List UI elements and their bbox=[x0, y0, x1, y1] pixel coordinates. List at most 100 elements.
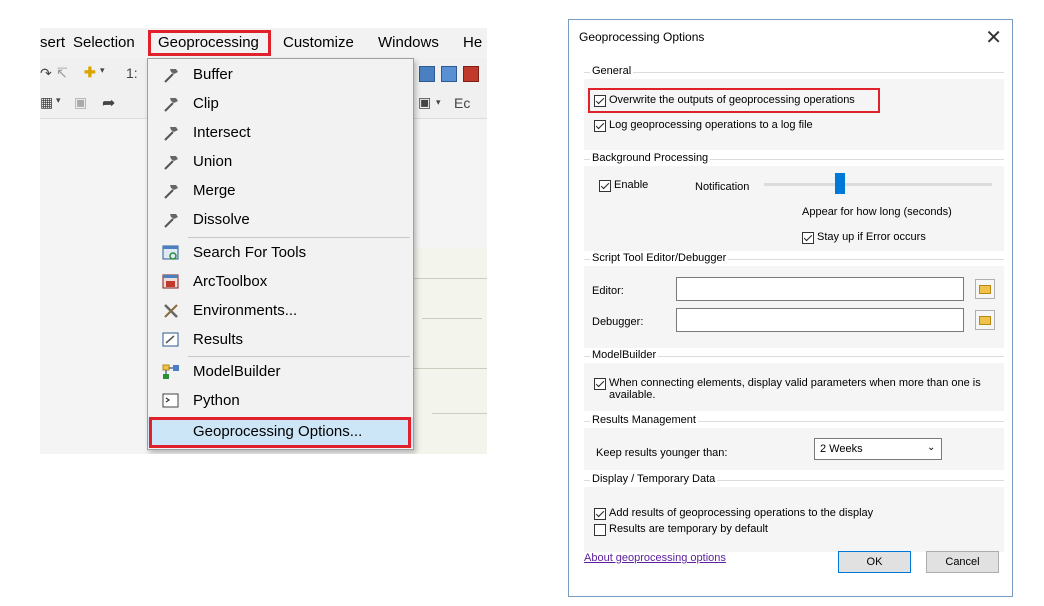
menu-item-buffer[interactable]: Buffer bbox=[148, 61, 413, 90]
slider-caption: Appear for how long (seconds) bbox=[802, 206, 952, 218]
python-console-icon bbox=[162, 393, 179, 408]
debugger-field[interactable] bbox=[676, 308, 964, 332]
scale-field[interactable]: 1: bbox=[126, 65, 138, 81]
arcmap-window-crop: sert Selection Geoprocessing Customize W… bbox=[40, 28, 487, 454]
browse-folder-icon[interactable] bbox=[975, 279, 995, 299]
menu-item-label: ModelBuilder bbox=[193, 363, 281, 380]
menu-item-label: Union bbox=[193, 153, 233, 170]
menu-item-search-for-tools[interactable]: Search For Tools bbox=[148, 239, 413, 268]
hammer-icon bbox=[164, 214, 178, 228]
menu-help[interactable]: He bbox=[463, 34, 482, 51]
geoprocessing-options-highlight-box bbox=[149, 417, 411, 448]
menu-item-label: Search For Tools bbox=[193, 244, 307, 261]
menu-item-label: Intersect bbox=[193, 124, 251, 141]
ok-button[interactable]: OK bbox=[838, 551, 911, 573]
group-caption: Script Tool Editor/Debugger bbox=[590, 252, 729, 264]
about-geoprocessing-link[interactable]: About geoprocessing options bbox=[584, 552, 726, 564]
toolbox-icon bbox=[162, 274, 179, 289]
hammer-icon bbox=[164, 98, 178, 112]
group-general: General Overwrite the outputs of geoproc… bbox=[584, 65, 1004, 150]
menu-item-intersect[interactable]: Intersect bbox=[148, 119, 413, 148]
menu-item-clip[interactable]: Clip bbox=[148, 90, 413, 119]
enable-background-label: Enable bbox=[614, 179, 649, 191]
catalog-icon[interactable] bbox=[419, 66, 435, 82]
group-background-processing: Background Processing Enable Notificatio… bbox=[584, 152, 1004, 251]
notification-slider-track[interactable] bbox=[764, 183, 992, 186]
valid-parameters-checkbox[interactable] bbox=[594, 378, 606, 390]
temporary-results-label: Results are temporary by default bbox=[609, 523, 768, 535]
wrench-screwdriver-icon bbox=[164, 304, 178, 318]
keep-results-select[interactable]: 2 Weeks ⌄ bbox=[814, 438, 942, 460]
menu-separator bbox=[188, 356, 410, 357]
menu-item-label: Merge bbox=[193, 182, 236, 199]
menu-item-arctoolbox[interactable]: ArcToolbox bbox=[148, 268, 413, 297]
browse-folder-icon[interactable] bbox=[975, 310, 995, 330]
menu-separator bbox=[188, 237, 410, 238]
menu-item-merge[interactable]: Merge bbox=[148, 177, 413, 206]
temporary-results-checkbox[interactable] bbox=[594, 524, 606, 536]
log-operations-label: Log geoprocessing operations to a log fi… bbox=[609, 119, 813, 131]
menu-item-python[interactable]: Python bbox=[148, 387, 413, 416]
keep-results-label: Keep results younger than: bbox=[596, 447, 728, 459]
menu-item-label: Dissolve bbox=[193, 211, 250, 228]
menu-item-label: Buffer bbox=[193, 66, 233, 83]
log-operations-checkbox[interactable] bbox=[594, 120, 606, 132]
menu-insert[interactable]: sert bbox=[40, 34, 65, 51]
dialog-titlebar[interactable]: Geoprocessing Options ✕ bbox=[569, 20, 1012, 54]
keep-results-value: 2 Weeks bbox=[820, 443, 863, 455]
hammer-icon bbox=[164, 156, 178, 170]
notification-label: Notification bbox=[695, 181, 750, 193]
toolbox-icon[interactable] bbox=[463, 66, 479, 82]
menu-item-dissolve[interactable]: Dissolve bbox=[148, 206, 413, 235]
group-script-tool: Script Tool Editor/Debugger Editor: Debu… bbox=[584, 252, 1004, 348]
search-window-icon bbox=[162, 245, 179, 260]
close-icon[interactable]: ✕ bbox=[985, 25, 1002, 50]
group-caption: Background Processing bbox=[590, 152, 711, 164]
search-window-icon[interactable] bbox=[441, 66, 457, 82]
select-elements-icon[interactable]: ➦ bbox=[102, 93, 115, 113]
menu-selection[interactable]: Selection bbox=[73, 34, 135, 51]
group-caption: Results Management bbox=[590, 414, 698, 426]
menu-item-environments[interactable]: Environments... bbox=[148, 297, 413, 326]
redo-icon[interactable]: ↸ bbox=[56, 65, 68, 82]
notification-slider-thumb[interactable] bbox=[835, 173, 845, 194]
select-features-icon[interactable]: ▦ bbox=[40, 94, 53, 111]
add-data-dropdown-icon[interactable]: ▾ bbox=[100, 65, 105, 76]
menu-customize[interactable]: Customize bbox=[283, 34, 354, 51]
menu-item-union[interactable]: Union bbox=[148, 148, 413, 177]
enable-background-checkbox[interactable] bbox=[599, 180, 611, 192]
map-view[interactable] bbox=[412, 248, 487, 454]
geoprocessing-highlight-box bbox=[148, 30, 271, 56]
clear-selection-icon[interactable]: ▣ bbox=[74, 94, 87, 111]
menu-item-label: Results bbox=[193, 331, 244, 348]
chevron-down-icon: ⌄ bbox=[927, 442, 936, 453]
results-icon bbox=[162, 332, 179, 347]
group-display-temporary: Display / Temporary Data Add results of … bbox=[584, 473, 1004, 552]
menu-item-modelbuilder[interactable]: ModelBuilder bbox=[148, 358, 413, 387]
select-dropdown-icon[interactable]: ▾ bbox=[56, 95, 61, 106]
menu-item-label: Python bbox=[193, 392, 240, 409]
geoprocessing-menu: Buffer Clip Intersect Union Merge Dissol… bbox=[147, 58, 414, 450]
undo-icon[interactable]: ↷ bbox=[40, 65, 52, 82]
add-data-icon[interactable]: ✚ bbox=[84, 64, 96, 81]
debugger-label: Debugger: bbox=[592, 316, 644, 328]
group-caption: ModelBuilder bbox=[590, 349, 659, 361]
group-caption: General bbox=[590, 65, 634, 77]
stay-up-label: Stay up if Error occurs bbox=[817, 231, 926, 243]
zoom-window-icon[interactable]: ▣ bbox=[418, 94, 431, 111]
add-results-checkbox[interactable] bbox=[594, 508, 606, 520]
toolbar-overflow-icon[interactable]: ▾ bbox=[436, 97, 441, 108]
cancel-button[interactable]: Cancel bbox=[926, 551, 999, 573]
stay-up-checkbox[interactable] bbox=[802, 232, 814, 244]
valid-parameters-label-line2: available. bbox=[609, 389, 656, 401]
hammer-icon bbox=[164, 127, 178, 141]
menu-windows[interactable]: Windows bbox=[378, 34, 439, 51]
menu-item-results[interactable]: Results bbox=[148, 326, 413, 355]
add-results-label: Add results of geoprocessing operations … bbox=[609, 507, 874, 519]
editor-toolbar-label[interactable]: Ec bbox=[454, 95, 470, 111]
menu-item-label: ArcToolbox bbox=[193, 273, 268, 290]
dialog-body: General Overwrite the outputs of geoproc… bbox=[569, 54, 1012, 596]
editor-field[interactable] bbox=[676, 277, 964, 301]
modelbuilder-icon bbox=[162, 364, 179, 379]
menu-item-label: Clip bbox=[193, 95, 219, 112]
